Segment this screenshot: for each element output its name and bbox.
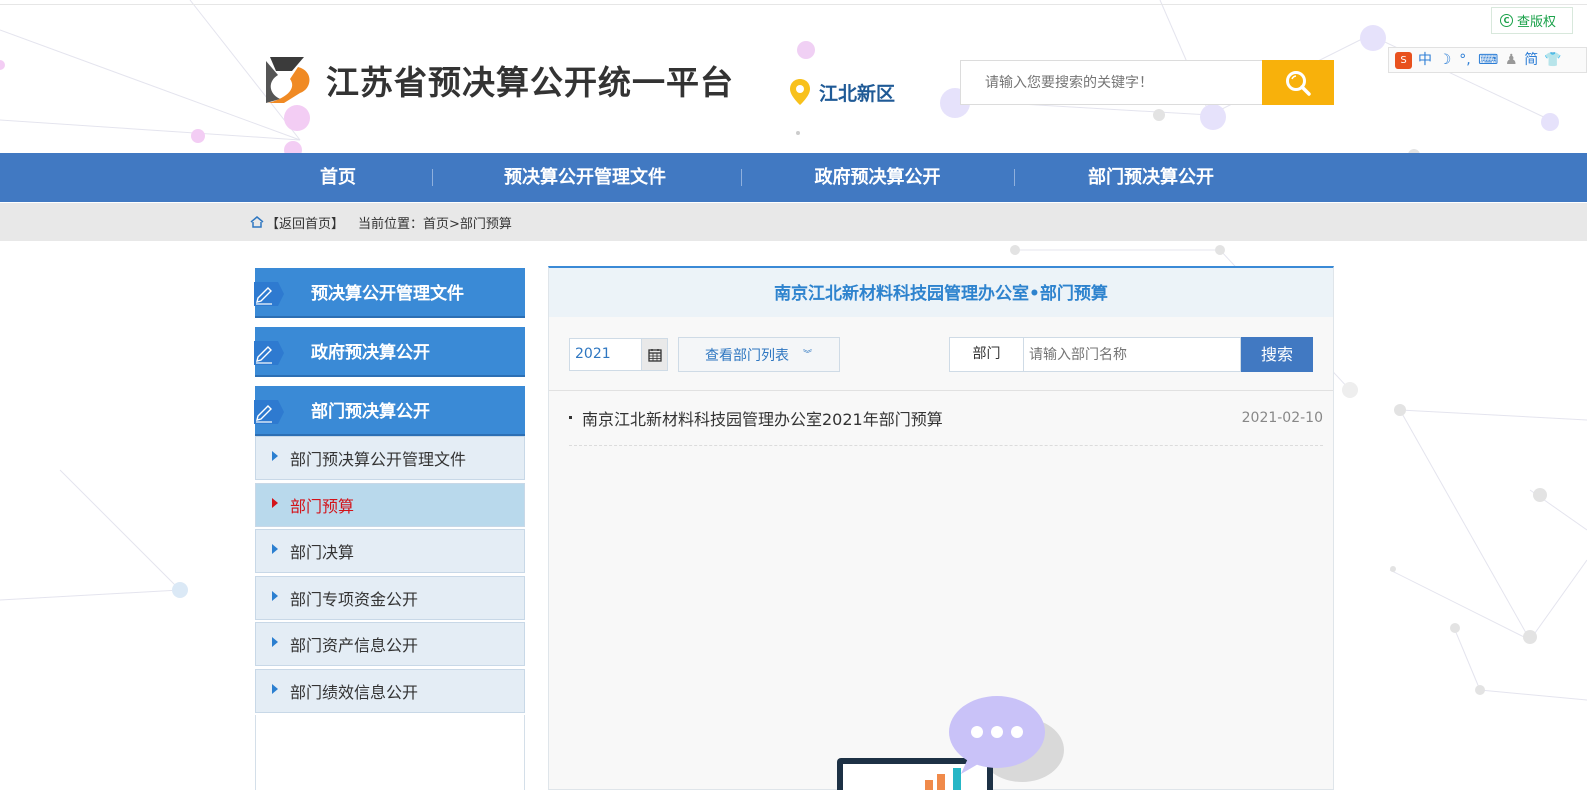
year-picker[interactable]: 2021 bbox=[569, 338, 668, 371]
breadcrumb-bar: 【返回首页】 当前位置：首页>部门预算 bbox=[0, 203, 1587, 241]
sidebar-empty-area bbox=[255, 715, 525, 790]
site-logo[interactable]: 江苏省预决算公开统一平台 bbox=[262, 52, 734, 108]
bullet-icon bbox=[569, 416, 572, 419]
sidebar-section-label: 部门预决算公开 bbox=[311, 402, 430, 422]
nav-department-budget[interactable]: 部门预决算公开 bbox=[1040, 153, 1262, 202]
main-nav: 首页 预决算公开管理文件 政府预决算公开 部门预决算公开 bbox=[0, 153, 1587, 202]
sidebar-item-department-budget[interactable]: 部门预算 bbox=[255, 482, 525, 527]
home-icon bbox=[250, 216, 264, 228]
nav-separator bbox=[1014, 169, 1015, 186]
site-search bbox=[960, 60, 1334, 105]
document-date: 2021-02-10 bbox=[1241, 409, 1323, 426]
calendar-icon[interactable] bbox=[641, 339, 667, 370]
sidebar-item-label: 部门专项资金公开 bbox=[290, 589, 419, 609]
breadcrumb: 【返回首页】 当前位置：首页>部门预算 bbox=[250, 203, 512, 241]
main-panel: 南京江北新材料科技园管理办公室•部门预算 2021 查看部门列表 ︾ 部门 请输… bbox=[548, 266, 1334, 790]
arrow-right-icon bbox=[272, 497, 278, 508]
document-link[interactable]: 南京江北新材料科技园管理办公室2021年部门预算 bbox=[569, 406, 943, 430]
list-item: 南京江北新材料科技园管理办公室2021年部门预算 2021-02-10 bbox=[569, 390, 1323, 446]
sidebar-section-label: 政府预决算公开 bbox=[311, 343, 430, 363]
copyright-check-button[interactable]: C 查版权 bbox=[1491, 7, 1573, 34]
accessibility-logo-icon[interactable]: S bbox=[1395, 51, 1412, 69]
pencil-icon bbox=[254, 282, 284, 306]
department-search-button[interactable]: 搜索 bbox=[1241, 337, 1313, 372]
arrow-right-icon bbox=[272, 590, 278, 601]
top-border-line bbox=[0, 0, 1587, 5]
sidebar-item-management-files[interactable]: 部门预决算公开管理文件 bbox=[255, 436, 525, 480]
site-search-button[interactable] bbox=[1262, 60, 1334, 105]
sidebar: 预决算公开管理文件 政府预决算公开 部门预决算公开 部门预决算公开管理文件 部门… bbox=[248, 268, 525, 713]
sidebar-item-label: 部门决算 bbox=[290, 543, 355, 562]
pencil-icon bbox=[254, 341, 284, 365]
arrow-right-icon bbox=[272, 637, 278, 647]
sidebar-section-management-files[interactable]: 预决算公开管理文件 bbox=[248, 268, 525, 318]
arrow-right-icon bbox=[272, 544, 278, 554]
nav-home[interactable]: 首页 bbox=[288, 153, 388, 202]
location-pin-icon bbox=[790, 79, 810, 105]
department-name-input[interactable] bbox=[1024, 337, 1241, 372]
logo-s-icon bbox=[266, 57, 310, 103]
document-title: 南京江北新材料科技园管理办公室2021年部门预算 bbox=[582, 409, 943, 429]
sidebar-item-label: 部门资产信息公开 bbox=[290, 636, 419, 655]
nav-government-budget[interactable]: 政府预决算公开 bbox=[770, 153, 985, 202]
sidebar-item-department-final-accounts[interactable]: 部门决算 bbox=[255, 529, 525, 573]
panel-title: 南京江北新材料科技园管理办公室•部门预算 bbox=[549, 268, 1333, 317]
department-tag: 部门 bbox=[949, 337, 1024, 372]
simplified-chinese-toggle[interactable]: 简 bbox=[1524, 53, 1538, 67]
region-label: 江北新区 bbox=[819, 82, 896, 105]
sidebar-item-label: 部门预算 bbox=[290, 496, 355, 516]
region-selector[interactable]: 江北新区 bbox=[789, 78, 895, 106]
department-search: 部门 搜索 bbox=[949, 337, 1313, 372]
double-chevron-down-icon: ︾ bbox=[803, 349, 813, 360]
punctuation-icon[interactable]: °, bbox=[1458, 53, 1472, 67]
current-location: 当前位置：首页>部门预算 bbox=[358, 216, 512, 232]
back-home-link[interactable]: 【返回首页】 bbox=[266, 213, 344, 232]
sidebar-item-performance-info[interactable]: 部门绩效信息公开 bbox=[255, 668, 525, 713]
sidebar-sub-list: 部门预决算公开管理文件 部门预算 部门决算 部门专项资金公开 部门资产信息公开 … bbox=[255, 436, 525, 715]
keyboard-icon[interactable]: ⌨ bbox=[1478, 53, 1498, 67]
year-value[interactable]: 2021 bbox=[570, 339, 641, 370]
empty-illustration bbox=[837, 696, 1064, 790]
copyright-icon: C bbox=[1500, 14, 1513, 27]
sidebar-item-label: 部门预决算公开管理文件 bbox=[290, 450, 467, 469]
search-icon bbox=[1286, 70, 1311, 96]
skin-shirt-icon[interactable]: 👕 bbox=[1544, 53, 1561, 67]
user-icon[interactable]: ♟ bbox=[1504, 53, 1518, 67]
nav-separator bbox=[432, 169, 433, 186]
filter-toolbar: 2021 查看部门列表 ︾ 部门 搜索 bbox=[549, 317, 1333, 391]
arrow-right-icon bbox=[272, 683, 278, 694]
sidebar-section-government-budget[interactable]: 政府预决算公开 bbox=[248, 327, 525, 377]
dept-list-label: 查看部门列表 bbox=[705, 347, 789, 364]
sidebar-section-label: 预决算公开管理文件 bbox=[311, 284, 464, 304]
sidebar-item-label: 部门绩效信息公开 bbox=[290, 682, 419, 702]
site-search-input[interactable] bbox=[960, 60, 1262, 105]
copyright-label: 查版权 bbox=[1517, 15, 1557, 30]
site-title: 江苏省预决算公开统一平台 bbox=[326, 63, 734, 102]
pencil-icon bbox=[254, 400, 284, 424]
arrow-right-icon bbox=[272, 451, 278, 461]
sidebar-item-asset-info[interactable]: 部门资产信息公开 bbox=[255, 622, 525, 666]
sidebar-item-special-funds[interactable]: 部门专项资金公开 bbox=[255, 575, 525, 620]
moon-icon[interactable]: ☽ bbox=[1438, 53, 1452, 67]
view-department-list-button[interactable]: 查看部门列表 ︾ bbox=[678, 337, 840, 372]
sidebar-section-department-budget[interactable]: 部门预决算公开 bbox=[248, 386, 525, 436]
accessibility-toolbar: S 中 ☽ °, ⌨ ♟ 简 👕 bbox=[1388, 47, 1587, 73]
chinese-input-toggle[interactable]: 中 bbox=[1418, 53, 1432, 67]
nav-separator bbox=[741, 169, 742, 186]
nav-management-files[interactable]: 预决算公开管理文件 bbox=[460, 153, 710, 202]
